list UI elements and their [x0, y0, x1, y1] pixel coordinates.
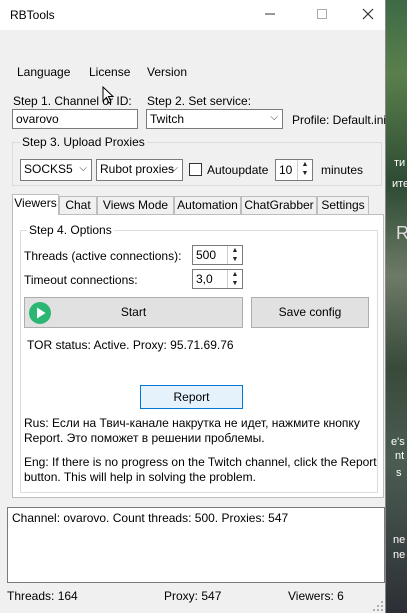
- channel-input[interactable]: ovarovo: [12, 109, 138, 129]
- viewers-tab-panel: Step 4. Options Threads (active connecti…: [12, 214, 384, 498]
- tab-chatgrabber[interactable]: ChatGrabber: [241, 196, 317, 214]
- timeout-stepper[interactable]: 3,0 ▲ ▼: [192, 269, 243, 289]
- menu-version[interactable]: Version: [147, 65, 187, 79]
- proxy-source-select[interactable]: Rubot proxies ⌵: [96, 159, 183, 181]
- log-output[interactable]: Channel: ovarovo. Count threads: 500. Pr…: [7, 507, 385, 583]
- minutes-stepper[interactable]: 10 ▲ ▼: [275, 159, 313, 181]
- rus-notice: Rus: Если на Твич-канале накрутка не иде…: [24, 416, 360, 445]
- tor-status: TOR status: Active. Proxy: 95.71.69.76: [27, 338, 234, 352]
- save-config-button[interactable]: Save config: [251, 297, 369, 328]
- stepper-up-icon[interactable]: ▲: [228, 270, 242, 279]
- minutes-label: minutes: [321, 163, 364, 177]
- chevron-down-icon: ⌵: [270, 112, 278, 123]
- stepper-buttons[interactable]: ▲ ▼: [227, 270, 242, 288]
- tab-automation[interactable]: Automation: [174, 196, 241, 214]
- threads-label: Threads (active connections):: [24, 249, 182, 263]
- stepper-buttons[interactable]: ▲ ▼: [297, 160, 312, 180]
- eng-notice: Eng: If there is no progress on the Twit…: [24, 455, 377, 484]
- proxy-type-value: SOCKS5: [24, 162, 73, 176]
- close-button[interactable]: [345, 0, 391, 30]
- app-window: RBTools Language License Version Step 1.…: [0, 0, 386, 613]
- stepper-down-icon[interactable]: ▼: [228, 279, 242, 288]
- timeout-value: 3,0: [196, 272, 213, 286]
- profile-label: Profile: Default.ini: [292, 113, 387, 127]
- background-text: R: [396, 223, 407, 243]
- step2-label: Step 2. Set service:: [147, 94, 252, 108]
- service-select[interactable]: Twitch ⌵: [146, 109, 283, 129]
- autoupdate-label: Autoupdate: [207, 163, 269, 177]
- maximize-button[interactable]: [299, 0, 345, 30]
- threads-value: 500: [196, 248, 217, 262]
- menu-license[interactable]: License: [89, 65, 130, 79]
- minimize-icon: [265, 13, 275, 15]
- tab-chat[interactable]: Chat: [59, 196, 97, 214]
- tab-settings[interactable]: Settings: [317, 196, 369, 214]
- threads-stepper[interactable]: 500 ▲ ▼: [192, 245, 243, 265]
- stepper-down-icon[interactable]: ▼: [298, 169, 312, 178]
- chevron-down-icon: ⌵: [79, 163, 87, 174]
- background-text: nt: [395, 450, 405, 462]
- menu-bar: Language License Version: [0, 62, 385, 84]
- tab-views-mode[interactable]: Views Mode: [97, 196, 174, 214]
- status-bar: Threads: 164 Proxy: 547 Viewers: 6: [0, 584, 385, 613]
- title-bar[interactable]: RBTools: [0, 0, 385, 30]
- resize-grip-icon[interactable]: [372, 600, 384, 612]
- timeout-label: Timeout connections:: [24, 273, 138, 287]
- log-text: Channel: ovarovo. Count threads: 500. Pr…: [12, 511, 289, 525]
- step4-title: Step 4. Options: [27, 223, 114, 237]
- status-viewers: Viewers: 6: [288, 589, 344, 603]
- play-icon: [29, 302, 51, 324]
- autoupdate-checkbox[interactable]: [189, 163, 202, 176]
- status-threads: Threads: 164: [7, 589, 78, 603]
- background-text: s: [396, 467, 402, 479]
- background-text: ите: [392, 178, 407, 190]
- service-select-value: Twitch: [150, 112, 185, 126]
- proxy-source-value: Rubot proxies: [100, 162, 175, 176]
- start-button-label: Start: [120, 305, 147, 319]
- status-proxy: Proxy: 547: [164, 589, 222, 603]
- window-title: RBTools: [10, 8, 55, 22]
- stepper-up-icon[interactable]: ▲: [228, 246, 242, 255]
- stepper-down-icon[interactable]: ▼: [228, 255, 242, 264]
- background-text: ти: [394, 157, 406, 169]
- minutes-value: 10: [279, 163, 293, 177]
- tab-viewers[interactable]: Viewers: [12, 194, 59, 215]
- start-button[interactable]: Start: [24, 297, 243, 328]
- maximize-icon: [317, 9, 327, 19]
- close-icon: [362, 8, 374, 20]
- step3-title: Step 3. Upload Proxies: [20, 135, 147, 149]
- menu-language[interactable]: Language: [17, 65, 70, 79]
- chevron-down-icon: ⌵: [170, 163, 178, 174]
- report-button[interactable]: Report: [140, 385, 243, 409]
- desktop-background: [385, 0, 407, 613]
- background-text: ne: [393, 549, 406, 561]
- stepper-up-icon[interactable]: ▲: [298, 160, 312, 169]
- stepper-buttons[interactable]: ▲ ▼: [227, 246, 242, 264]
- minimize-button[interactable]: [247, 0, 293, 30]
- proxy-type-select[interactable]: SOCKS5 ⌵: [20, 159, 92, 181]
- background-text: ne: [393, 534, 406, 546]
- background-text: e's: [391, 436, 405, 448]
- mouse-cursor-icon: [102, 86, 115, 104]
